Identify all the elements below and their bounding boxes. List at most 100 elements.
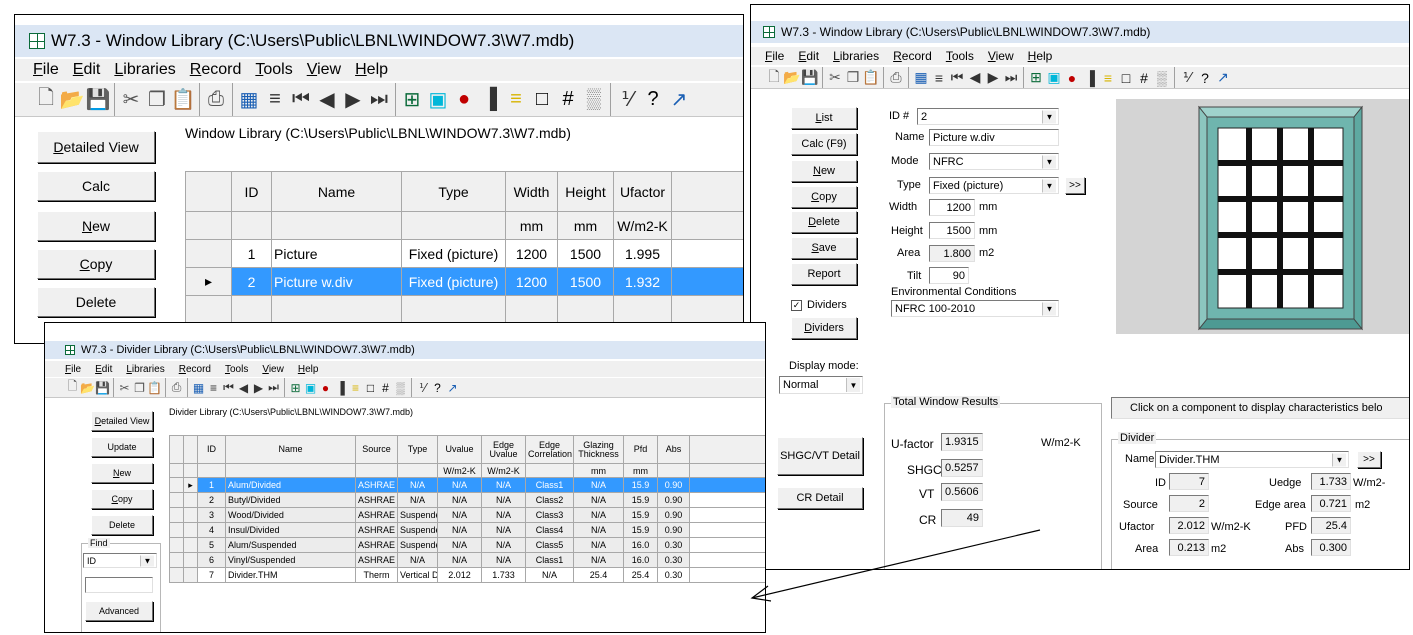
pattern-icon[interactable]: ▒ xyxy=(1153,70,1171,86)
table-cell[interactable]: 0.30 xyxy=(657,537,690,553)
column-header[interactable]: Edge Uvalue xyxy=(481,435,526,464)
table-cell[interactable]: 15.9 xyxy=(623,522,658,538)
help-icon[interactable]: ? xyxy=(1196,70,1214,86)
tilt-input[interactable]: 90 xyxy=(929,267,969,284)
divider-name-select[interactable]: Divider.THM xyxy=(1155,451,1349,468)
copy-icon[interactable]: ❐ xyxy=(844,69,862,86)
column-header[interactable]: Edge Correlation xyxy=(525,435,574,464)
table-cell[interactable]: Alum/Suspended xyxy=(225,537,356,553)
shgc-vt-detail-button[interactable]: SHGC/VT Detail xyxy=(777,437,863,475)
menu-item-record[interactable]: Record xyxy=(190,61,242,79)
copy-button[interactable]: Copy xyxy=(91,489,153,509)
table-row[interactable]: 2 Butyl/Divided ASHRAE N/A N/A N/A Class2 N/A 15… xyxy=(169,492,765,508)
table-cell[interactable]: Suspende xyxy=(397,522,438,538)
window-library-icon[interactable]: ⊞ xyxy=(288,381,303,395)
menu-item-view[interactable]: View xyxy=(307,61,341,79)
paste-icon[interactable]: 📋 xyxy=(147,381,162,395)
menu-item-tools[interactable]: Tools xyxy=(255,61,292,79)
column-header[interactable]: Ufactor xyxy=(613,171,672,212)
table-row[interactable]: 4 Insul/Divided ASHRAE Suspende N/A N/A Class4… xyxy=(169,522,765,538)
column-header[interactable]: Name xyxy=(225,435,356,464)
print-icon[interactable]: ⎙ xyxy=(887,69,905,86)
menu-item-libraries[interactable]: Libraries xyxy=(114,61,175,79)
report-button[interactable]: Report xyxy=(791,263,857,285)
table-cell[interactable]: N/A xyxy=(573,507,624,523)
prev-record-icon[interactable]: ◀ xyxy=(966,69,984,86)
column-header[interactable]: Height xyxy=(557,171,614,212)
table-cell[interactable]: N/A xyxy=(573,477,624,493)
table-cell[interactable]: Divider.THM xyxy=(225,567,356,583)
table-cell[interactable]: 3 xyxy=(197,507,226,523)
frame-library-icon[interactable]: ▐ xyxy=(1081,70,1099,86)
column-header[interactable]: Glazing Thickness xyxy=(573,435,624,464)
menu-item-libraries[interactable]: Libraries xyxy=(833,49,879,63)
next-record-icon[interactable]: ▶ xyxy=(340,87,366,112)
window-preview[interactable] xyxy=(1116,99,1409,334)
copy-icon[interactable]: ❐ xyxy=(132,381,147,395)
table-cell[interactable]: N/A xyxy=(437,537,482,553)
table-cell[interactable]: 0.90 xyxy=(657,522,690,538)
divider-library-icon[interactable]: ≡ xyxy=(348,381,363,395)
dividers-button[interactable]: Dividers xyxy=(791,317,857,339)
table-row[interactable]: 5 Alum/Suspended ASHRAE Suspende N/A N/A Class… xyxy=(169,537,765,553)
prev-record-icon[interactable]: ◀ xyxy=(314,87,340,112)
divider-details-button[interactable]: >> xyxy=(1357,451,1381,468)
cr-detail-button[interactable]: CR Detail xyxy=(777,487,863,509)
table-cell[interactable]: ASHRAE xyxy=(355,552,398,568)
table-cell[interactable]: 25.4 xyxy=(573,567,624,583)
calc-f9-button[interactable]: Calc (F9) xyxy=(791,133,857,155)
gas-library-icon[interactable]: ● xyxy=(318,381,333,395)
menu-item-view[interactable]: View xyxy=(262,364,284,375)
table-cell[interactable]: N/A xyxy=(481,492,526,508)
column-header[interactable]: Pfd xyxy=(623,435,658,464)
last-record-icon[interactable]: ⏭ xyxy=(1002,69,1020,86)
pattern-icon[interactable]: ▒ xyxy=(393,381,408,395)
column-header[interactable]: Name xyxy=(271,171,402,212)
table-cell[interactable]: Class5 xyxy=(525,537,574,553)
print-icon[interactable]: ⎙ xyxy=(203,88,229,111)
table-cell[interactable]: Vinyl/Suspended xyxy=(225,552,356,568)
table-cell[interactable]: Suspende xyxy=(397,537,438,553)
column-header[interactable]: Abs xyxy=(657,435,690,464)
delete-button[interactable]: Delete xyxy=(91,515,153,535)
table-cell[interactable]: N/A xyxy=(481,477,526,493)
table-cell[interactable]: N/A xyxy=(397,552,438,568)
first-record-icon[interactable]: ⏮ xyxy=(221,380,236,395)
table-cell[interactable]: 16.0 xyxy=(623,552,658,568)
open-folder-icon[interactable]: 📂 xyxy=(59,87,85,112)
table-cell[interactable]: Fixed (picture) xyxy=(401,239,506,268)
column-header[interactable]: Source xyxy=(355,435,398,464)
table-cell[interactable]: 25.4 xyxy=(623,567,658,583)
table-cell[interactable]: N/A xyxy=(481,537,526,553)
table-cell[interactable]: 1 xyxy=(231,239,272,268)
delete-button[interactable]: Delete xyxy=(37,287,155,317)
table-cell[interactable]: Class3 xyxy=(525,507,574,523)
help-icon[interactable]: ? xyxy=(430,381,445,395)
table-cell[interactable]: N/A xyxy=(481,552,526,568)
window-library-icon[interactable]: ⊞ xyxy=(399,87,425,112)
column-header[interactable]: Type xyxy=(397,435,438,464)
calc-button[interactable]: Calc xyxy=(37,171,155,201)
copy-icon[interactable]: ❐ xyxy=(144,87,170,112)
display-mode-select[interactable]: Normal xyxy=(779,376,863,394)
paste-icon[interactable]: 📋 xyxy=(862,69,880,86)
table-cell[interactable]: Wood/Divided xyxy=(225,507,356,523)
next-record-icon[interactable]: ▶ xyxy=(251,381,266,395)
table-cell[interactable]: Picture w.div xyxy=(271,267,402,296)
table-cell[interactable]: 1 xyxy=(197,477,226,493)
table-row[interactable]: 1 Picture Fixed (picture) 1200 1500 1.995 xyxy=(185,239,743,268)
table-cell[interactable]: ASHRAE xyxy=(355,522,398,538)
divider-library-table[interactable]: ID Name Source Type Uvalue Edge Uvalue Edge Co… xyxy=(169,435,765,583)
type-details-button[interactable]: >> xyxy=(1065,177,1085,194)
table-cell[interactable]: Class1 xyxy=(525,552,574,568)
table-cell[interactable]: 1.995 xyxy=(613,239,672,268)
copy-button[interactable]: Copy xyxy=(37,249,155,279)
table-cell[interactable]: N/A xyxy=(397,492,438,508)
table-cell[interactable]: 0.90 xyxy=(657,492,690,508)
fraction-icon[interactable]: ⅟ xyxy=(614,87,640,112)
table-cell[interactable]: 4 xyxy=(197,522,226,538)
table-cell[interactable]: ASHRAE xyxy=(355,507,398,523)
name-input[interactable]: Picture w.div xyxy=(929,129,1059,146)
mode-select[interactable]: NFRC xyxy=(929,153,1059,170)
menu-item-help[interactable]: Help xyxy=(1028,49,1053,63)
